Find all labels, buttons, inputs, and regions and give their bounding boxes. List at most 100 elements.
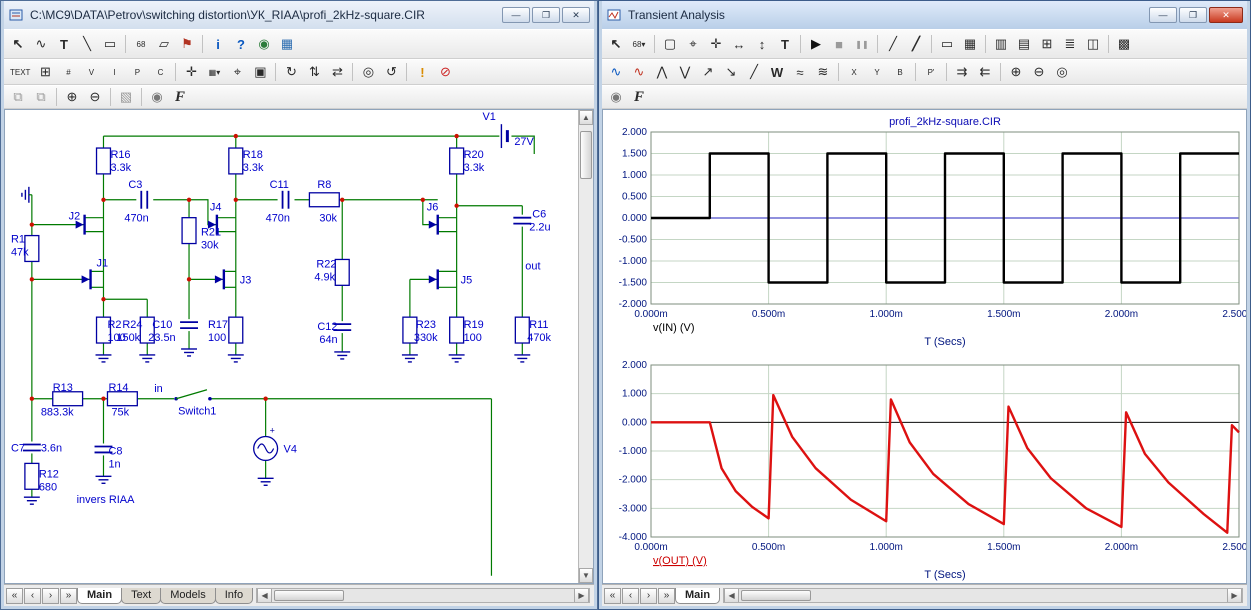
tab-scroll-first[interactable]: « [6,588,23,604]
tab-info[interactable]: Info [215,588,253,604]
slope-icon[interactable]: ╱ [743,62,765,82]
select-area-icon[interactable]: ▧ [115,87,137,107]
tab-scroll-next[interactable]: › [640,588,657,604]
scroll-right-button[interactable]: ▶ [574,589,589,602]
text-icon[interactable]: T [774,34,796,54]
line-mode-icon[interactable]: ╲ [76,34,98,54]
wire-mode-icon[interactable]: ∿ [30,34,52,54]
schematic-hscrollbar[interactable]: ◀ ▶ [256,588,590,603]
tracker-icon[interactable]: ◫ [1082,34,1104,54]
data-points-icon[interactable]: ▦ [959,34,981,54]
shapes-icon[interactable]: ▱ [153,34,175,54]
single-line-icon[interactable]: ╱ [882,34,904,54]
scroll-right-button[interactable]: ▶ [1227,589,1242,602]
run-icon[interactable]: ▶ [805,34,827,54]
flip-y-icon[interactable]: ⇅ [303,62,325,82]
grid-dropdown-icon[interactable]: ▦▾ [203,62,225,82]
tab-main[interactable]: Main [77,588,122,604]
horizontal-grid-icon[interactable]: ▤ [1013,34,1035,54]
text-attributes-icon[interactable]: TEXT [7,62,33,82]
stop-icon[interactable]: ■ [828,34,850,54]
frequency-icon[interactable]: ≋ [812,62,834,82]
analysis-titlebar[interactable]: Transient Analysis — ❐ ✕ [602,1,1247,29]
powers-icon[interactable]: P [126,62,148,82]
minimize-button[interactable]: — [502,7,530,23]
maximize-button[interactable]: ❐ [1179,7,1207,23]
repeat-icon[interactable]: ↺ [380,62,402,82]
crosshair-icon[interactable]: ⌖ [226,62,248,82]
schematic-drawing[interactable]: +V127VR163.3kC3470nR183.3kC11470nR830kR2… [5,110,580,584]
analysis-hscrollbar[interactable]: ◀ ▶ [723,588,1243,603]
tab-scroll-prev[interactable]: ‹ [24,588,41,604]
transient-plot-vout[interactable]: 2.0001.0000.000-1.000-2.000-3.000-4.0000… [605,357,1247,584]
schematic-titlebar[interactable]: C:\MC9\DATA\Petrov\switching distortion\… [4,1,594,29]
flag-mode-icon[interactable]: ⚑ [176,34,198,54]
zoom-in-icon[interactable]: ⊕ [1005,62,1027,82]
tab-text[interactable]: Text [121,588,161,604]
charts-area[interactable]: 2.0001.5001.0000.5000.000-0.500-1.000-1.… [602,109,1247,584]
component-bin-icon[interactable]: 68 [130,34,152,54]
properties-icon[interactable]: ▩ [1113,34,1135,54]
font-icon[interactable]: F [628,87,650,107]
component-combo-icon[interactable]: 68▾ [628,34,650,54]
hscroll-thumb[interactable] [741,590,811,601]
go-to-x-icon[interactable]: X [843,62,865,82]
text-mode-icon[interactable]: T [53,34,75,54]
conditions-icon[interactable]: C [149,62,171,82]
point-tag-icon[interactable]: ✛ [705,34,727,54]
info-mode-icon[interactable]: i [207,34,229,54]
font-icon[interactable]: F [169,87,191,107]
attribute-display-icon[interactable]: ⊞ [34,62,56,82]
close-button[interactable]: ✕ [1209,7,1243,23]
rectangle-mode-icon[interactable]: ▭ [99,34,121,54]
thick-line-icon[interactable]: ╱ [905,34,927,54]
cursor-mode-icon[interactable]: ⌖ [682,34,704,54]
scope-icon[interactable]: ▭ [936,34,958,54]
minimize-button[interactable]: — [1149,7,1177,23]
close-button[interactable]: ✕ [562,7,590,23]
tab-scroll-prev[interactable]: ‹ [622,588,639,604]
zoom-area-icon[interactable]: ◎ [1051,62,1073,82]
tab-scroll-first[interactable]: « [604,588,621,604]
select-icon[interactable]: ↖ [7,34,29,54]
find-icon[interactable]: ◎ [357,62,379,82]
zoom-out-icon[interactable]: ⊖ [1028,62,1050,82]
global-high-low-icon[interactable]: W [766,62,788,82]
pause-icon[interactable]: ❚❚ [851,34,873,54]
scroll-left-button[interactable]: ◀ [724,589,739,602]
globe-icon[interactable]: ◉ [605,87,627,107]
pin-connections-icon[interactable]: ✛ [180,62,202,82]
tab-scroll-last[interactable]: » [60,588,77,604]
schematic-canvas[interactable]: +V127VR163.3kC3470nR183.3kC11470nR830kR2… [4,109,594,584]
warning-icon[interactable]: ! [411,62,433,82]
maximize-button[interactable]: ❐ [532,7,560,23]
zoom-in-icon[interactable]: ⊕ [61,87,83,107]
scale-mode-icon[interactable]: ▢ [659,34,681,54]
ruler-icon[interactable]: ▥ [990,34,1012,54]
help-mode-icon[interactable]: ? [230,34,252,54]
picture-icon[interactable]: ▦ [276,34,298,54]
paste-page-icon[interactable]: ⧉ [30,87,52,107]
flip-x-icon[interactable]: ⇄ [326,62,348,82]
copy-page-icon[interactable]: ⧉ [7,87,29,107]
hscroll-track[interactable] [739,589,1227,602]
scroll-up-button[interactable]: ▲ [579,110,593,125]
hscroll-track[interactable] [272,589,574,602]
go-to-y-icon[interactable]: Y [866,62,888,82]
scroll-down-button[interactable]: ▼ [579,568,593,583]
horizontal-tag-icon[interactable]: ↔ [728,34,750,54]
low-icon[interactable]: ↘ [720,62,742,82]
vertical-tag-icon[interactable]: ↕ [751,34,773,54]
scroll-left-button[interactable]: ◀ [257,589,272,602]
select-icon[interactable]: ↖ [605,34,627,54]
period-icon[interactable]: ≈ [789,62,811,82]
baseline-icon[interactable]: ≣ [1059,34,1081,54]
tab-scroll-next[interactable]: › [42,588,59,604]
hscroll-thumb[interactable] [274,590,344,601]
border-icon[interactable]: ▣ [249,62,271,82]
peak-icon[interactable]: ⋀ [651,62,673,82]
align-cursors-icon[interactable]: ⇉ [951,62,973,82]
stop-flag-icon[interactable]: ⊘ [434,62,456,82]
tab-main[interactable]: Main [675,588,720,604]
transient-plot-vin[interactable]: 2.0001.5001.0000.5000.000-0.500-1.000-1.… [605,112,1247,352]
